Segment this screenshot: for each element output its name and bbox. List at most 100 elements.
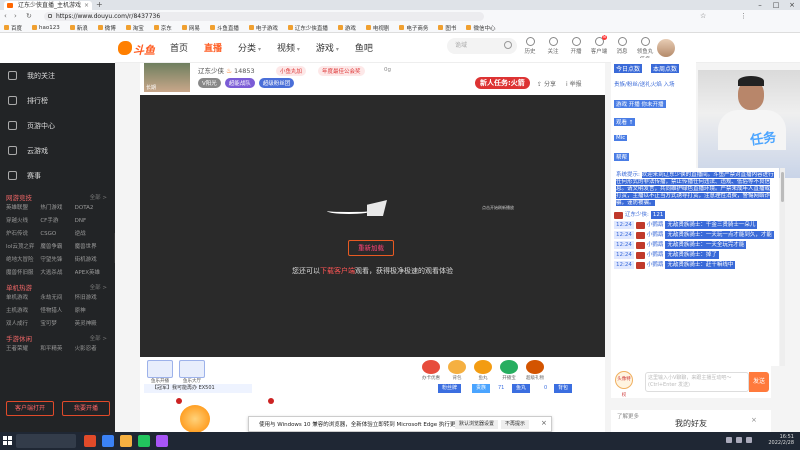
forward-icon[interactable]: › (14, 12, 17, 20)
avatar-privilege-icon[interactable]: 头像特权 (615, 371, 633, 398)
bookmark-item[interactable]: hao123 (32, 25, 60, 31)
streamer-name[interactable]: 辽东少侠 (198, 67, 224, 75)
avatar[interactable] (657, 39, 675, 57)
edge-close-icon[interactable]: × (541, 419, 547, 427)
section-more-link[interactable]: 全部 > (90, 192, 107, 204)
sidebar-game-link[interactable]: 火影忍者 (75, 345, 109, 354)
rank-tab-week[interactable]: 本周点数 (651, 64, 680, 73)
sidebar-game-link[interactable]: 炉石传说 (6, 230, 40, 239)
app-icon[interactable] (138, 435, 150, 447)
minimize-icon[interactable]: – (752, 0, 768, 10)
section-more-link[interactable]: 全部 > (90, 282, 107, 294)
sidebar-game-link[interactable]: 绝地大冒险 (6, 256, 40, 265)
sidebar-game-link[interactable]: 王者荣耀 (6, 345, 40, 354)
windows-start-icon[interactable] (3, 436, 12, 445)
header-client-button[interactable]: 客户端 8 (589, 35, 609, 63)
search-icon[interactable] (504, 41, 512, 49)
gift-item[interactable]: 超级礼物 (524, 360, 546, 381)
sidebar-item[interactable]: 我的关注 (0, 63, 115, 88)
header-history-button[interactable]: 历史 (520, 37, 540, 63)
bookmark-item[interactable]: 新浪 (69, 24, 88, 32)
bookmark-item[interactable]: 斗鱼直播 (209, 24, 239, 32)
section-more-link[interactable]: 全部 > (90, 333, 107, 345)
sidebar-game-link[interactable]: CF手游 (40, 217, 74, 226)
app-icon[interactable] (156, 435, 168, 447)
app-icon[interactable] (84, 435, 96, 447)
chat-username[interactable]: 小鹦鹉 (647, 241, 664, 249)
chat-username[interactable]: 辽东少侠: (625, 211, 649, 219)
header-live-button[interactable]: 开播 (566, 37, 586, 63)
tag-pill-1[interactable]: 小鱼丸加 (276, 66, 307, 76)
sidebar-game-link[interactable]: DNF (75, 217, 109, 226)
sidebar-game-link[interactable]: 怪物猎人 (40, 307, 74, 316)
bookmark-item[interactable]: 京东 (153, 24, 172, 32)
chat-input[interactable]: 这里输入小V聊聊，来跟主播互动吧～(Ctrl+Enter 发送) (645, 372, 749, 392)
refresh-icon[interactable]: ↻ (26, 12, 32, 20)
download-client-link[interactable]: 下载客户端 (320, 267, 355, 275)
sidebar-game-link[interactable]: 单机游戏 (6, 294, 40, 303)
search-input[interactable]: 诡域 (447, 38, 517, 54)
url-field[interactable]: https://www.douyu.com/r/8437736 (44, 12, 484, 21)
star-icon[interactable]: ☆ (700, 12, 706, 20)
bookmark-item[interactable]: 电子游戏 (248, 24, 278, 32)
noble-button[interactable]: 贵族 (472, 384, 491, 393)
sidebar-game-link[interactable]: CSGO (40, 230, 74, 239)
bookmark-item[interactable]: 图书 (438, 24, 456, 32)
back-icon[interactable]: ‹ (4, 12, 7, 20)
sidebar-game-link[interactable]: 魔兽怀旧服 (6, 269, 40, 278)
clock[interactable]: 16:51 2022/2/28 (768, 434, 794, 446)
report-button[interactable]: i 举报 (566, 79, 582, 88)
app-icon[interactable] (120, 435, 132, 447)
tag-team[interactable]: 超能战队 (224, 78, 255, 88)
bookmark-item[interactable]: 电视剧 (365, 24, 389, 32)
streamer-avatar[interactable]: 长期 (144, 63, 190, 92)
sidebar-game-link[interactable]: 穿越火线 (6, 217, 40, 226)
friends-close-icon[interactable]: × (751, 416, 757, 424)
sidebar-game-link[interactable]: 热门游戏 (40, 204, 74, 213)
send-button[interactable]: 发送 (749, 372, 769, 392)
coin-icon[interactable] (180, 405, 210, 433)
bookmark-item[interactable]: 百度 (4, 24, 22, 32)
sidebar-game-link[interactable]: 大逃杀战 (40, 269, 74, 278)
sidebar-game-link[interactable]: 和平精英 (40, 345, 74, 354)
reload-button[interactable]: 重新加载 (348, 240, 394, 256)
default-browser-button[interactable]: 默认浏览器设置 (455, 420, 499, 429)
sidebar-game-link[interactable]: lol云顶之弈 (6, 243, 40, 252)
sidebar-game-link[interactable]: 双人成行 (6, 320, 40, 329)
bookmark-item[interactable]: 辽东少侠直播 (287, 24, 328, 32)
nav-item[interactable]: 直播 (204, 41, 222, 54)
bookmark-item[interactable]: 电子商务 (399, 24, 428, 32)
sidebar-game-link[interactable]: 原神 (75, 307, 109, 316)
close-window-icon[interactable]: × (784, 0, 800, 10)
sidebar-item[interactable]: 云游戏 (0, 138, 115, 163)
network-icon[interactable] (726, 437, 732, 443)
start-stream-button[interactable]: 我要开播 (62, 401, 110, 416)
sidebar-item[interactable]: 赛事 (0, 163, 115, 188)
chat-username[interactable]: 小鹦鹉 (647, 261, 664, 269)
tag-vip[interactable]: V阳光 (198, 78, 221, 88)
gift-item[interactable]: 背包 (446, 360, 468, 381)
promo-banner[interactable] (0, 33, 115, 63)
gift-item[interactable]: 办卡优惠 (420, 360, 442, 381)
backpack-button[interactable]: 背包 (554, 384, 573, 393)
sidebar-game-link[interactable]: 街机游戏 (75, 256, 109, 265)
ime-icon[interactable] (746, 437, 752, 443)
chat-scrollbar[interactable] (780, 168, 785, 366)
nav-item[interactable]: 分类 ▾ (238, 41, 261, 54)
friends-title[interactable]: 我的好友 (675, 418, 707, 429)
tag-fans[interactable]: 超级粉丝团 (258, 78, 295, 88)
chat-username[interactable]: 小鹦鹉 (647, 251, 664, 259)
sidebar-item[interactable]: 页游中心 (0, 113, 115, 138)
rank-tab-today[interactable]: 今日点数 (614, 64, 643, 73)
app-icon[interactable] (102, 435, 114, 447)
fan-badge-button[interactable]: 粉丝牌 (438, 384, 462, 393)
sidebar-item[interactable]: 排行榜 (0, 88, 115, 113)
gift-item[interactable]: 开播宝 (498, 360, 520, 381)
nav-item[interactable]: 鱼吧 (355, 41, 373, 54)
nav-item[interactable]: 游戏 ▾ (316, 41, 339, 54)
fishball-button[interactable]: 鱼丸 (512, 384, 531, 393)
extensions-icon[interactable]: ⋮ (740, 12, 747, 20)
bookmark-item[interactable]: 网易 (181, 24, 200, 32)
volume-icon[interactable] (736, 437, 742, 443)
sidebar-game-link[interactable]: 守望先锋 (40, 256, 74, 265)
